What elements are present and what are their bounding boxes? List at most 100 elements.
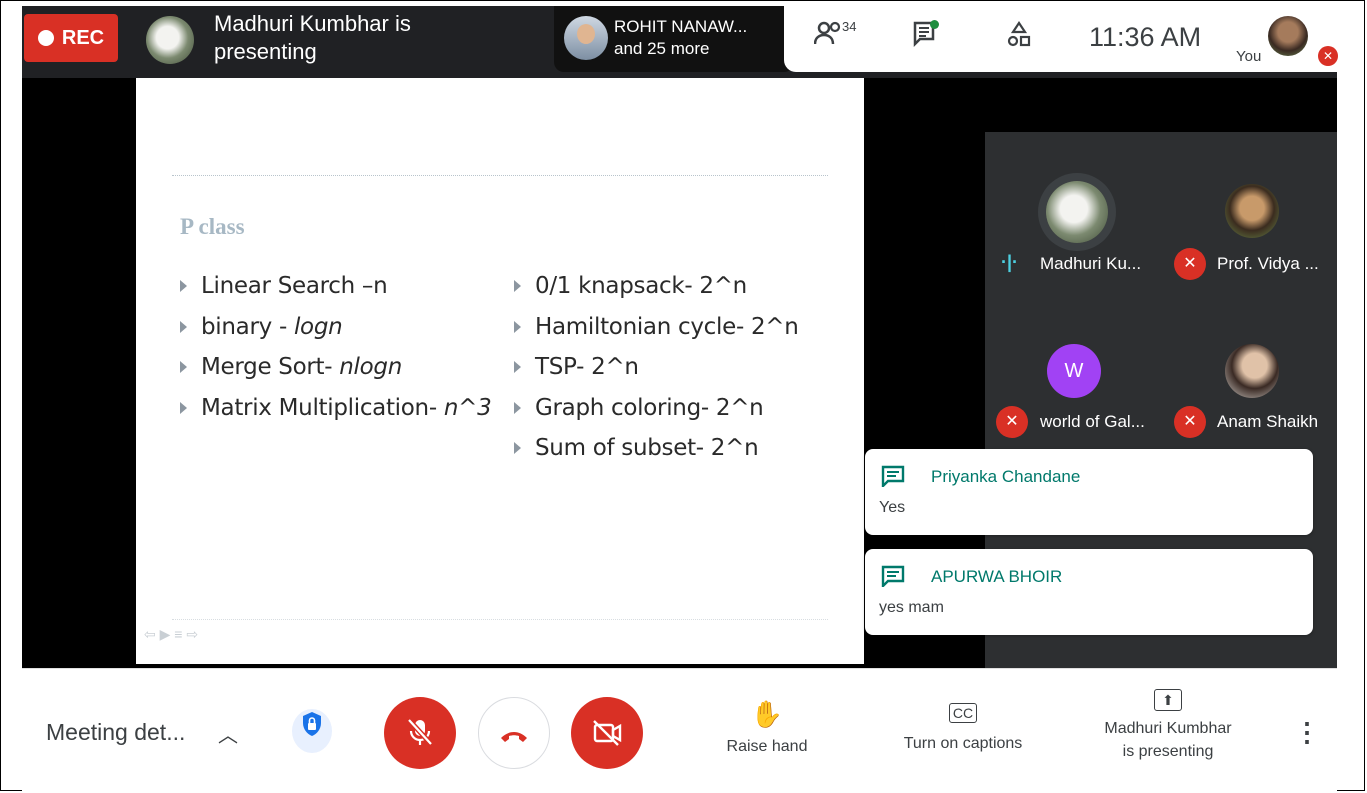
item-text: TSP- 2^n bbox=[535, 354, 639, 381]
item-text: Linear Search –n bbox=[201, 273, 388, 300]
participant-avatar bbox=[1225, 184, 1279, 238]
participant-name: world of Gal... bbox=[1040, 412, 1145, 431]
participant-avatar: W bbox=[1047, 344, 1101, 398]
slide-heading: P class bbox=[180, 214, 245, 239]
mic-off-icon: ✕ bbox=[996, 406, 1028, 438]
presenting-line-1: Madhuri Kumbhar bbox=[1104, 720, 1232, 737]
bullet-icon bbox=[514, 361, 521, 374]
recording-label: REC bbox=[61, 26, 105, 49]
list-item: Graph coloring- 2^n bbox=[514, 388, 799, 429]
bullet-icon bbox=[180, 401, 187, 414]
item-italic: logn bbox=[293, 313, 343, 340]
item-text: Hamiltonian cycle- 2^n bbox=[535, 313, 799, 340]
list-item: TSP- 2^n bbox=[514, 347, 799, 388]
slide-footer-divider bbox=[172, 619, 828, 620]
slide-divider bbox=[172, 175, 828, 176]
item-text: Sum of subset- 2^n bbox=[535, 435, 759, 462]
bullet-icon bbox=[180, 320, 187, 333]
list-item: Linear Search –n bbox=[180, 266, 491, 307]
bullet-icon bbox=[514, 320, 521, 333]
more-options-icon[interactable]: ⋮ bbox=[1294, 717, 1320, 748]
chat-notification[interactable]: Priyanka Chandane Yes bbox=[865, 449, 1313, 535]
mic-off-icon: ✕ bbox=[1318, 46, 1338, 66]
present-screen-icon: ⬆ bbox=[1154, 689, 1182, 711]
presenter-status: Madhuri Kumbhar is presenting bbox=[214, 10, 474, 66]
self-label: You bbox=[1236, 48, 1262, 65]
item-text: Graph coloring- 2^n bbox=[535, 394, 764, 421]
participant-avatar bbox=[564, 16, 608, 60]
raise-hand-label: Raise hand bbox=[726, 738, 808, 755]
item-text: Matrix Multiplication- bbox=[201, 394, 437, 421]
people-summary[interactable]: ROHIT NANAW... and 25 more bbox=[554, 6, 794, 72]
presenter-avatar bbox=[146, 16, 194, 64]
item-italic: nlogn bbox=[339, 354, 402, 381]
participant-avatar bbox=[1225, 344, 1279, 398]
participant-count: 34 bbox=[842, 19, 857, 34]
mic-off-icon bbox=[407, 718, 433, 746]
chevron-up-icon[interactable]: ︿ bbox=[218, 719, 238, 748]
raise-hand-button[interactable]: ✋ Raise hand bbox=[714, 699, 820, 756]
presenter-line-2: presenting bbox=[214, 39, 317, 64]
chat-message: Yes bbox=[879, 499, 906, 516]
clock: 11:36 AM bbox=[1089, 22, 1202, 52]
recording-badge: REC bbox=[24, 14, 118, 62]
captions-icon: CC bbox=[948, 703, 978, 723]
camera-off-icon bbox=[593, 720, 622, 746]
presenter-line-1: Madhuri Kumbhar is bbox=[214, 11, 411, 36]
mic-off-icon: ✕ bbox=[1174, 406, 1206, 438]
list-item: Merge Sort- nlogn bbox=[180, 347, 491, 388]
mic-toggle-button[interactable] bbox=[384, 697, 456, 769]
hand-icon: ✋ bbox=[750, 699, 784, 729]
item-italic: n^3 bbox=[443, 394, 492, 421]
participant-name: Anam Shaikh bbox=[1217, 412, 1319, 431]
security-shield-icon[interactable] bbox=[292, 709, 332, 753]
top-bar: REC Madhuri Kumbhar is presenting ROHIT … bbox=[22, 6, 1338, 78]
list-item: Sum of subset- 2^n bbox=[514, 428, 799, 469]
list-item: Matrix Multiplication- n^3 bbox=[180, 388, 492, 429]
bullet-icon bbox=[180, 280, 187, 293]
item-text: binary - bbox=[201, 313, 287, 340]
unread-dot bbox=[930, 20, 939, 29]
participant-name: Prof. Vidya ... bbox=[1217, 254, 1319, 273]
record-dot-icon bbox=[37, 30, 54, 46]
people-summary-text: ROHIT NANAW... and 25 more bbox=[614, 16, 747, 60]
meeting-toolbar: 34 11:36 AM You ✕ bbox=[784, 6, 1338, 72]
list-item: Hamiltonian cycle- 2^n bbox=[514, 307, 799, 348]
chat-sender: APURWA BHOIR bbox=[931, 567, 1063, 586]
list-item: binary - logn bbox=[180, 307, 491, 348]
mic-off-icon: ✕ bbox=[1174, 248, 1206, 280]
captions-label: Turn on captions bbox=[903, 735, 1023, 752]
bullet-icon bbox=[514, 280, 521, 293]
presenting-button[interactable]: ⬆ Madhuri Kumbhar is presenting bbox=[1088, 689, 1248, 763]
item-text: Merge Sort- bbox=[201, 354, 333, 381]
hang-up-icon bbox=[501, 732, 527, 742]
bullet-icon bbox=[514, 442, 521, 455]
people-icon[interactable] bbox=[812, 20, 846, 54]
slide-nav-icon: ⇦ ▶ ≡ ⇨ bbox=[144, 626, 199, 642]
leave-call-button[interactable] bbox=[478, 697, 550, 769]
captions-button[interactable]: CC Turn on captions bbox=[888, 703, 1038, 753]
people-line-1: ROHIT NANAW... bbox=[614, 17, 748, 36]
item-text: 0/1 knapsack- 2^n bbox=[535, 273, 747, 300]
bottom-control-bar: Meeting det... ︿ ✋ Raise hand CC Turn on… bbox=[22, 668, 1337, 791]
bullet-icon bbox=[514, 401, 521, 414]
participant-name: Madhuri Ku... bbox=[1040, 254, 1142, 273]
shared-slide: P class Linear Search –n binary - logn M… bbox=[136, 78, 864, 664]
activities-icon[interactable] bbox=[1002, 20, 1036, 54]
chat-sender: Priyanka Chandane bbox=[931, 467, 1081, 486]
camera-toggle-button[interactable] bbox=[571, 697, 643, 769]
bullet-icon bbox=[180, 361, 187, 374]
self-avatar[interactable] bbox=[1268, 16, 1308, 56]
list-item: 0/1 knapsack- 2^n bbox=[514, 266, 799, 307]
chat-notification[interactable]: APURWA BHOIR yes mam bbox=[865, 549, 1313, 635]
message-icon bbox=[881, 465, 907, 489]
slide-right-column: 0/1 knapsack- 2^n Hamiltonian cycle- 2^n… bbox=[514, 266, 799, 469]
slide-left-column: Linear Search –n binary - logn Merge Sor… bbox=[180, 266, 492, 429]
presenting-line-2: is presenting bbox=[1122, 743, 1214, 760]
message-icon bbox=[881, 565, 907, 589]
meeting-details-button[interactable]: Meeting det... bbox=[46, 719, 185, 746]
participant-avatar bbox=[1046, 181, 1108, 243]
speaking-icon: ·|· bbox=[1001, 252, 1019, 272]
people-line-2: and 25 more bbox=[614, 39, 710, 58]
chat-message: yes mam bbox=[879, 599, 944, 616]
